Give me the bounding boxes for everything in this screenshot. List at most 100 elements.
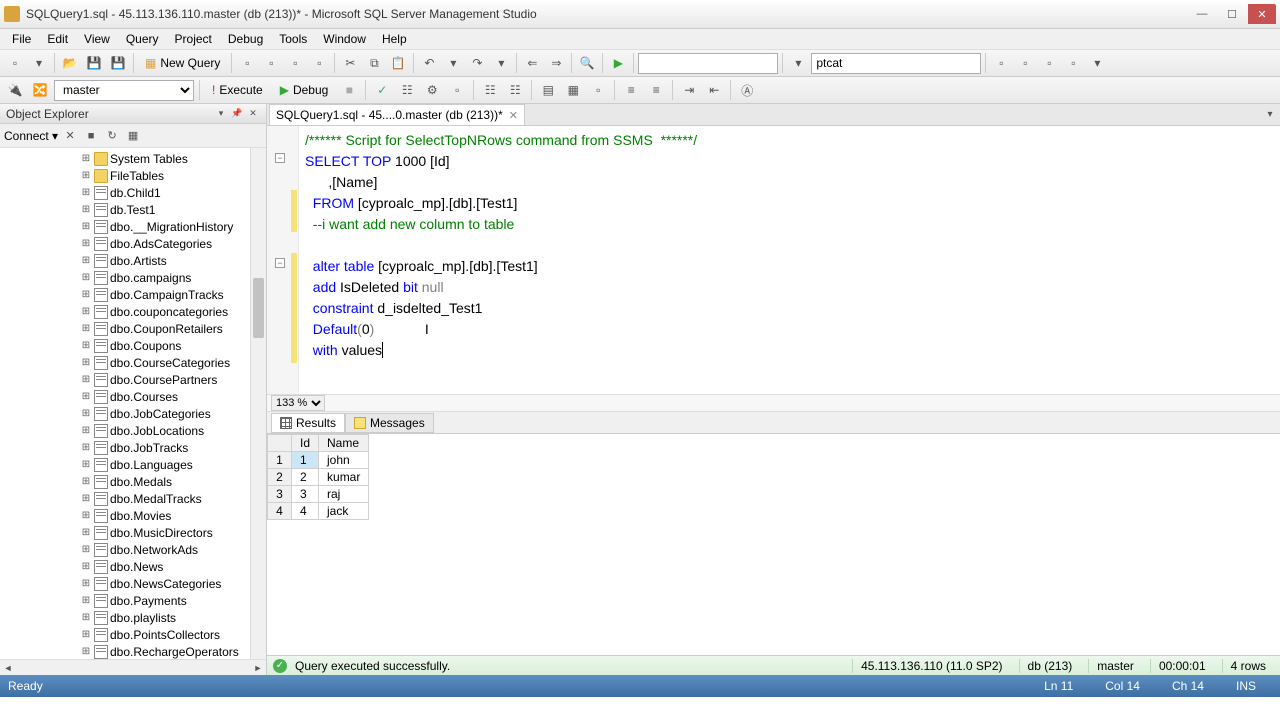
tab-sqlquery1[interactable]: SQLQuery1.sql - 45....0.master (db (213)… <box>269 104 525 125</box>
tree-item[interactable]: ⊞dbo.Medals <box>80 473 266 490</box>
tab-close-icon[interactable]: ✕ <box>509 109 518 122</box>
tree-item[interactable]: ⊞dbo.Languages <box>80 456 266 473</box>
expand-icon[interactable]: ⊞ <box>80 153 92 164</box>
stats-icon[interactable]: ☷ <box>504 79 526 101</box>
expand-icon[interactable]: ⊞ <box>80 289 92 300</box>
expand-icon[interactable]: ⊞ <box>80 493 92 504</box>
tree-item[interactable]: ⊞dbo.MedalTracks <box>80 490 266 507</box>
tree-item[interactable]: ⊞dbo.campaigns <box>80 269 266 286</box>
tree-item[interactable]: ⊞dbo.Coupons <box>80 337 266 354</box>
comment-icon[interactable]: ≡ <box>620 79 642 101</box>
tree-item[interactable]: ⊞dbo.Courses <box>80 388 266 405</box>
nav-back-icon[interactable]: ⇐ <box>521 52 543 74</box>
expand-icon[interactable]: ⊞ <box>80 306 92 317</box>
results-file-icon[interactable]: ▫ <box>587 79 609 101</box>
menu-window[interactable]: Window <box>315 30 374 48</box>
tree-item[interactable]: ⊞dbo.__MigrationHistory <box>80 218 266 235</box>
debug-button[interactable]: ▶Debug <box>273 79 336 101</box>
expand-icon[interactable]: ⊞ <box>80 612 92 623</box>
intellisense-icon[interactable]: ▫ <box>446 79 468 101</box>
tree-item[interactable]: ⊞dbo.MusicDirectors <box>80 524 266 541</box>
undo-drop-icon[interactable]: ▾ <box>442 52 464 74</box>
database-combo[interactable]: master <box>54 80 194 101</box>
tb-icon-6[interactable]: ▫ <box>990 52 1012 74</box>
maximize-button[interactable]: ☐ <box>1218 4 1246 24</box>
expand-icon[interactable]: ⊞ <box>80 527 92 538</box>
tree-item[interactable]: ⊞dbo.JobLocations <box>80 422 266 439</box>
objexp-pin-icon[interactable]: 📌 <box>230 107 244 121</box>
fold-icon[interactable]: − <box>275 258 285 268</box>
tree-item[interactable]: ⊞dbo.News <box>80 558 266 575</box>
estplan-icon[interactable]: ☷ <box>396 79 418 101</box>
expand-icon[interactable]: ⊞ <box>80 561 92 572</box>
expand-icon[interactable]: ⊞ <box>80 272 92 283</box>
uncomment-icon[interactable]: ≡ <box>645 79 667 101</box>
objexp-stop-icon[interactable]: ■ <box>82 127 100 145</box>
tree-item[interactable]: ⊞db.Child1 <box>80 184 266 201</box>
tree-item[interactable]: ⊞dbo.CouponRetailers <box>80 320 266 337</box>
expand-icon[interactable]: ⊞ <box>80 629 92 640</box>
tb-icon-8[interactable]: ▫ <box>1038 52 1060 74</box>
tb-icon-3[interactable]: ▫ <box>284 52 306 74</box>
table-row[interactable]: 44jack <box>268 503 369 520</box>
menu-view[interactable]: View <box>76 30 118 48</box>
tree-item[interactable]: ⊞dbo.NewsCategories <box>80 575 266 592</box>
objexp-vscrollbar[interactable] <box>250 148 266 659</box>
tree-item[interactable]: ⊞dbo.CoursePartners <box>80 371 266 388</box>
menu-help[interactable]: Help <box>374 30 415 48</box>
queryopt-icon[interactable]: ⚙ <box>421 79 443 101</box>
close-button[interactable]: ✕ <box>1248 4 1276 24</box>
expand-icon[interactable]: ⊞ <box>80 323 92 334</box>
menu-edit[interactable]: Edit <box>39 30 76 48</box>
play-icon[interactable]: ▶ <box>607 52 629 74</box>
expand-icon[interactable]: ⊞ <box>80 544 92 555</box>
expand-icon[interactable]: ⊞ <box>80 187 92 198</box>
zoom-combo[interactable]: 133 % <box>271 395 325 411</box>
scroll-left-icon[interactable]: ◄ <box>0 660 16 676</box>
results-text-icon[interactable]: ▤ <box>537 79 559 101</box>
expand-icon[interactable]: ⊞ <box>80 170 92 181</box>
tb-icon-1[interactable]: ▫ <box>236 52 258 74</box>
tab-messages[interactable]: Messages <box>345 413 434 433</box>
results-grid[interactable]: Id Name 11john 22kumar 33raj 44jack <box>267 434 1280 655</box>
expand-icon[interactable]: ⊞ <box>80 595 92 606</box>
undo-icon[interactable]: ↶ <box>418 52 440 74</box>
expand-icon[interactable]: ⊞ <box>80 391 92 402</box>
change-conn-icon[interactable]: 🔀 <box>29 79 51 101</box>
code-editor[interactable]: − − /****** Script for SelectTopNRows co… <box>267 126 1280 394</box>
objexp-dropdown-icon[interactable]: ▾ <box>214 107 228 121</box>
tb-icon-4[interactable]: ▫ <box>308 52 330 74</box>
tree-item[interactable]: ⊞dbo.Payments <box>80 592 266 609</box>
redo-icon[interactable]: ↷ <box>466 52 488 74</box>
tb-icon-9[interactable]: ▫ <box>1062 52 1084 74</box>
tree-item[interactable]: ⊞dbo.Artists <box>80 252 266 269</box>
expand-icon[interactable]: ⊞ <box>80 425 92 436</box>
tree-item[interactable]: ⊞dbo.CampaignTracks <box>80 286 266 303</box>
menu-query[interactable]: Query <box>118 30 167 48</box>
tree-item[interactable]: ⊞FileTables <box>80 167 266 184</box>
nav-fwd-icon[interactable]: ⇒ <box>545 52 567 74</box>
expand-icon[interactable]: ⊞ <box>80 510 92 521</box>
tree-item[interactable]: ⊞dbo.JobCategories <box>80 405 266 422</box>
tree-item[interactable]: ⊞dbo.PointsCollectors <box>80 626 266 643</box>
new-project-icon[interactable]: ▫ <box>4 52 26 74</box>
tb-icon-2[interactable]: ▫ <box>260 52 282 74</box>
tab-overflow-icon[interactable]: ▾ <box>1262 106 1278 122</box>
tb-icon-5[interactable]: ▾ <box>787 52 809 74</box>
specify-values-icon[interactable]: Ⓐ <box>736 79 758 101</box>
col-id[interactable]: Id <box>292 435 319 452</box>
expand-icon[interactable]: ⊞ <box>80 459 92 470</box>
tree-item[interactable]: ⊞dbo.NetworkAds <box>80 541 266 558</box>
tb-icon-7[interactable]: ▫ <box>1014 52 1036 74</box>
connect-dropdown[interactable]: Connect ▾ <box>4 129 58 143</box>
expand-icon[interactable]: ⊞ <box>80 476 92 487</box>
connect-icon[interactable]: 🔌 <box>4 79 26 101</box>
menu-debug[interactable]: Debug <box>220 30 271 48</box>
new-query-button[interactable]: ▦New Query <box>138 52 227 74</box>
objexp-filter-icon[interactable]: ▦ <box>124 127 142 145</box>
expand-icon[interactable]: ⊞ <box>80 204 92 215</box>
expand-icon[interactable]: ⊞ <box>80 340 92 351</box>
copy-icon[interactable]: ⧉ <box>363 52 385 74</box>
tb-icon-10[interactable]: ▾ <box>1086 52 1108 74</box>
redo-drop-icon[interactable]: ▾ <box>490 52 512 74</box>
